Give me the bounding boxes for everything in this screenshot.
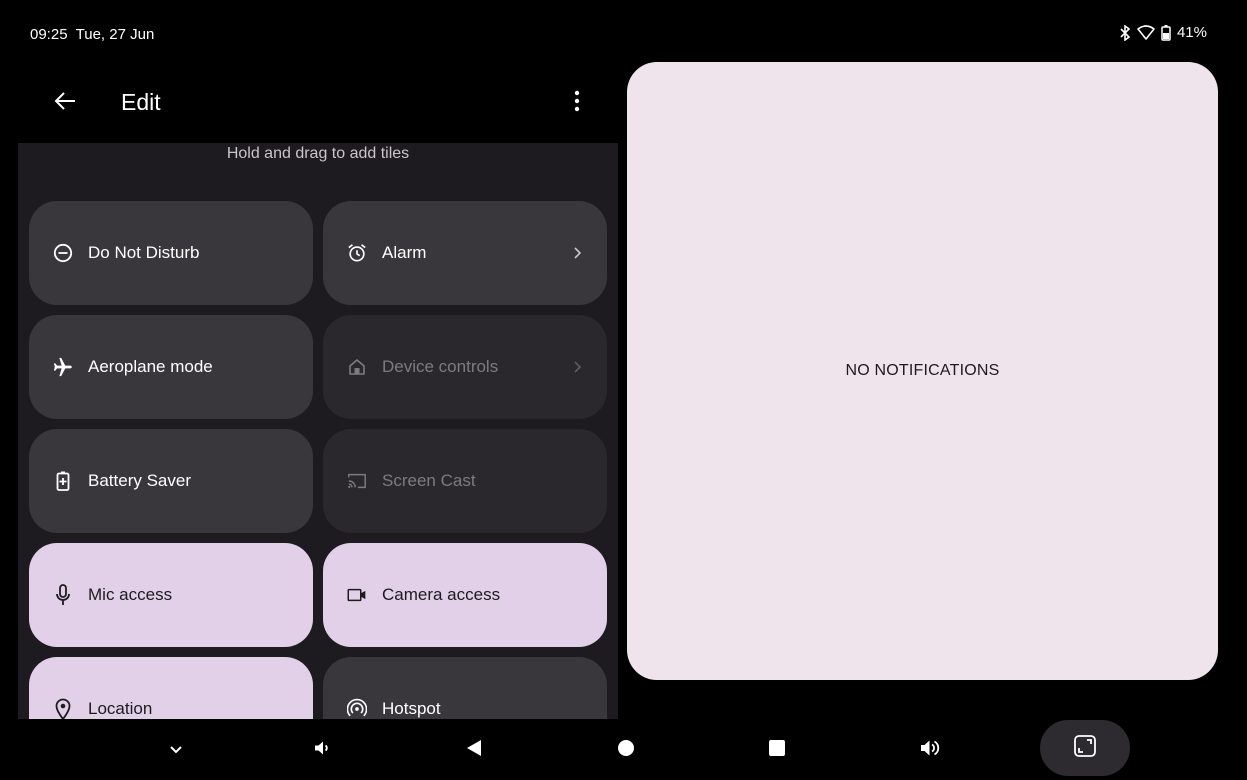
tiles-panel[interactable]: Hold and drag to add tiles Do Not Distur… (18, 143, 618, 719)
tile-label: Do Not Disturb (88, 243, 200, 262)
tile-device-controls[interactable]: Device controls (323, 315, 607, 419)
drag-hint: Hold and drag to add tiles (226, 145, 410, 162)
more-vert-icon (574, 90, 580, 117)
tile-label: Aeroplane mode (88, 357, 213, 376)
tile-do-not-disturb[interactable]: Do Not Disturb (29, 201, 313, 305)
tile-label: Device controls (382, 357, 499, 376)
more-options-button[interactable] (566, 87, 588, 119)
tile-aeroplane-mode[interactable]: Aeroplane mode (29, 315, 313, 419)
back-nav-button[interactable] (444, 720, 504, 780)
tile-location[interactable]: Location (29, 657, 313, 719)
recents-nav-button[interactable] (747, 720, 807, 780)
status-time-date: 09:25 Tue, 27 Jun (30, 26, 154, 43)
airplane-icon (53, 357, 73, 377)
screenshot-icon (1073, 734, 1097, 763)
empty-notifications-label: NO NOTIFICATIONS (845, 362, 1000, 379)
notification-shade: NO NOTIFICATIONS (627, 62, 1218, 680)
mic-icon (53, 584, 73, 605)
do-not-disturb-icon (53, 243, 73, 263)
tile-battery-saver[interactable]: Battery Saver (29, 429, 313, 533)
status-date: Tue, 27 Jun (75, 26, 155, 43)
tile-camera-access[interactable]: Camera access (323, 543, 607, 647)
status-bar: 09:25 Tue, 27 Jun 41% (0, 0, 1247, 62)
arrow-left-icon (54, 91, 76, 116)
tile-label: Camera access (382, 585, 501, 604)
tile-hotspot[interactable]: Hotspot (323, 657, 607, 719)
tile-label: Hotspot (382, 699, 441, 718)
recents-square-icon (768, 739, 786, 762)
home-icon (347, 357, 367, 377)
home-nav-button[interactable] (596, 720, 656, 780)
battery-saver-icon (53, 471, 73, 491)
cast-icon (347, 471, 367, 491)
battery-icon (1161, 24, 1171, 41)
chevron-right-icon (571, 359, 583, 375)
tile-label: Alarm (382, 243, 427, 262)
tile-label: Mic access (88, 585, 173, 604)
collapse-button[interactable] (146, 720, 206, 780)
edit-header: Edit (18, 62, 618, 144)
wifi-icon (1137, 24, 1155, 41)
chevron-right-icon (571, 245, 583, 261)
location-icon (53, 698, 73, 719)
battery-percent: 41% (1176, 24, 1207, 41)
alarm-icon (347, 243, 367, 263)
tile-mic-access[interactable]: Mic access (29, 543, 313, 647)
collapse-chevron-icon (169, 741, 183, 759)
tile-screen-cast[interactable]: Screen Cast (323, 429, 607, 533)
tile-label: Location (88, 699, 153, 718)
status-time: 09:25 (30, 26, 68, 43)
back-triangle-icon (466, 739, 482, 762)
home-circle-icon (617, 739, 635, 762)
page-title: Edit (121, 89, 161, 115)
volume-down-icon (314, 740, 330, 761)
navigation-bar (0, 720, 1247, 780)
volume-up-button[interactable] (900, 720, 960, 780)
tile-alarm[interactable]: Alarm (323, 201, 607, 305)
back-button[interactable] (50, 88, 80, 118)
screenshot-button[interactable] (1040, 720, 1130, 776)
tile-label: Battery Saver (88, 471, 191, 490)
volume-up-icon (920, 739, 940, 762)
volume-down-button[interactable] (292, 720, 352, 780)
hotspot-icon (347, 698, 367, 719)
bluetooth-icon (1119, 24, 1131, 41)
tile-label: Screen Cast (382, 471, 476, 490)
camera-icon (347, 585, 367, 605)
status-icons: 41% (1119, 24, 1207, 41)
